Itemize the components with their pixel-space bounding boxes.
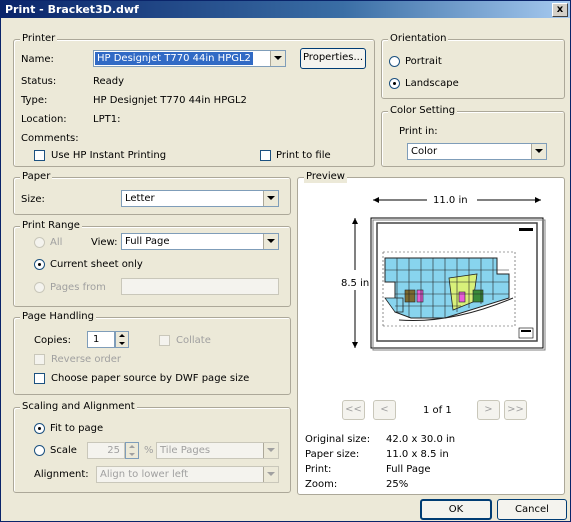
paper-legend: Paper	[20, 171, 53, 183]
scale-value: 25	[107, 445, 120, 456]
chevron-down-icon	[263, 234, 278, 249]
copies-input[interactable]: 1	[87, 331, 115, 348]
paper-size-info-label: Paper size:	[305, 449, 360, 460]
current-sheet-radio[interactable]	[34, 259, 45, 270]
printer-name-value: HP Designjet T770 44in HPGL2	[95, 52, 253, 65]
orientation-group: Orientation	[381, 33, 565, 99]
copies-label: Copies:	[34, 335, 71, 346]
landscape-label[interactable]: Landscape	[405, 77, 459, 90]
chevron-down-icon	[270, 51, 285, 66]
color-value: Color	[411, 146, 438, 157]
pages-from-input[interactable]	[121, 278, 279, 295]
page-indicator: 1 of 1	[423, 405, 452, 416]
print-to-file-checkbox[interactable]	[260, 150, 271, 161]
scale-label[interactable]: Scale	[50, 444, 77, 457]
chevron-down-icon	[263, 467, 278, 482]
page-handling-legend: Page Handling	[20, 311, 96, 323]
type-value: HP Designjet T770 44in HPGL2	[93, 95, 247, 106]
comments-label: Comments:	[21, 133, 79, 144]
view-value: Full Page	[125, 236, 170, 247]
original-size-value: 42.0 x 30.0 in	[386, 434, 456, 445]
pages-from-label[interactable]: Pages from	[50, 281, 106, 294]
view-select[interactable]: Full Page	[121, 233, 279, 250]
all-radio[interactable]	[34, 237, 45, 248]
scale-radio[interactable]	[34, 445, 45, 456]
view-label: View:	[91, 237, 118, 248]
zoom-value: 25%	[386, 479, 409, 490]
print-in-label: Print in:	[399, 126, 438, 137]
choose-source-label[interactable]: Choose paper source by DWF page size	[51, 372, 249, 385]
original-size-label: Original size:	[305, 434, 371, 445]
portrait-radio[interactable]	[389, 56, 400, 67]
choose-source-checkbox[interactable]	[34, 373, 45, 384]
color-select[interactable]: Color	[407, 143, 547, 160]
fit-to-page-label[interactable]: Fit to page	[50, 422, 103, 435]
status-label: Status:	[21, 76, 57, 87]
close-button[interactable]: x	[552, 3, 568, 17]
alignment-value: Align to lower left	[100, 469, 189, 480]
portrait-label[interactable]: Portrait	[405, 55, 442, 68]
collate-label[interactable]: Collate	[176, 334, 211, 347]
print-info-value: Full Page	[386, 464, 431, 475]
status-value: Ready	[93, 76, 125, 87]
color-setting-legend: Color Setting	[388, 105, 458, 117]
window-title: Print - Bracket3D.dwf	[5, 3, 139, 16]
paper-size-label: Size:	[21, 194, 45, 205]
print-info-label: Print:	[305, 464, 332, 475]
location-value: LPT1:	[93, 114, 121, 125]
scaling-legend: Scaling and Alignment	[20, 401, 137, 413]
zoom-label: Zoom:	[305, 479, 338, 490]
cancel-button[interactable]: Cancel	[497, 499, 567, 520]
chevron-down-icon	[263, 443, 278, 458]
chevron-down-icon	[263, 191, 278, 206]
percent-label: %	[144, 445, 154, 456]
preview-width-label: 11.0 in	[433, 194, 468, 207]
print-dialog: Print - Bracket3D.dwf x Printer Name: HP…	[0, 0, 571, 522]
copies-value: 1	[93, 334, 100, 345]
reverse-order-label[interactable]: Reverse order	[51, 353, 121, 366]
ok-button[interactable]: OK	[420, 499, 492, 520]
alignment-label: Alignment:	[34, 469, 89, 480]
pages-from-radio[interactable]	[34, 282, 45, 293]
chevron-down-icon	[531, 144, 546, 159]
type-label: Type:	[21, 95, 48, 106]
properties-button[interactable]: Properties...	[300, 48, 366, 69]
preview-canvas	[352, 197, 546, 351]
orientation-legend: Orientation	[388, 33, 449, 45]
paper-size-value: Letter	[125, 193, 155, 204]
fit-to-page-radio[interactable]	[34, 423, 45, 434]
print-to-file-label[interactable]: Print to file	[276, 149, 331, 162]
instant-printing-label[interactable]: Use HP Instant Printing	[51, 149, 166, 162]
scale-spinner[interactable]	[125, 442, 139, 459]
first-page-button[interactable]: <<	[342, 400, 365, 420]
instant-printing-checkbox[interactable]	[34, 150, 45, 161]
preview-legend: Preview	[304, 171, 347, 183]
all-label[interactable]: All	[50, 236, 62, 249]
scale-input[interactable]: 25	[87, 442, 125, 459]
printer-name-select[interactable]: HP Designjet T770 44in HPGL2	[93, 50, 286, 67]
print-range-legend: Print Range	[20, 220, 82, 232]
title-bar[interactable]: Print - Bracket3D.dwf x	[1, 1, 570, 18]
next-page-button[interactable]: >	[477, 400, 500, 420]
last-page-button[interactable]: >>	[504, 400, 527, 420]
copies-spinner[interactable]	[115, 331, 129, 348]
printer-name-label: Name:	[21, 54, 54, 65]
prev-page-button[interactable]: <	[373, 400, 396, 420]
landscape-radio[interactable]	[389, 78, 400, 89]
paper-size-select[interactable]: Letter	[121, 190, 279, 207]
paper-size-info-value: 11.0 x 8.5 in	[386, 449, 449, 460]
reverse-order-checkbox[interactable]	[34, 354, 45, 365]
alignment-select[interactable]: Align to lower left	[96, 466, 279, 483]
preview-height-label: 8.5 in	[341, 277, 370, 290]
tile-pages-select[interactable]: Tile Pages	[156, 442, 279, 459]
current-sheet-label[interactable]: Current sheet only	[50, 258, 143, 271]
location-label: Location:	[21, 114, 67, 125]
printer-legend: Printer	[20, 33, 58, 45]
collate-checkbox[interactable]	[159, 335, 170, 346]
tile-pages-value: Tile Pages	[160, 445, 211, 456]
